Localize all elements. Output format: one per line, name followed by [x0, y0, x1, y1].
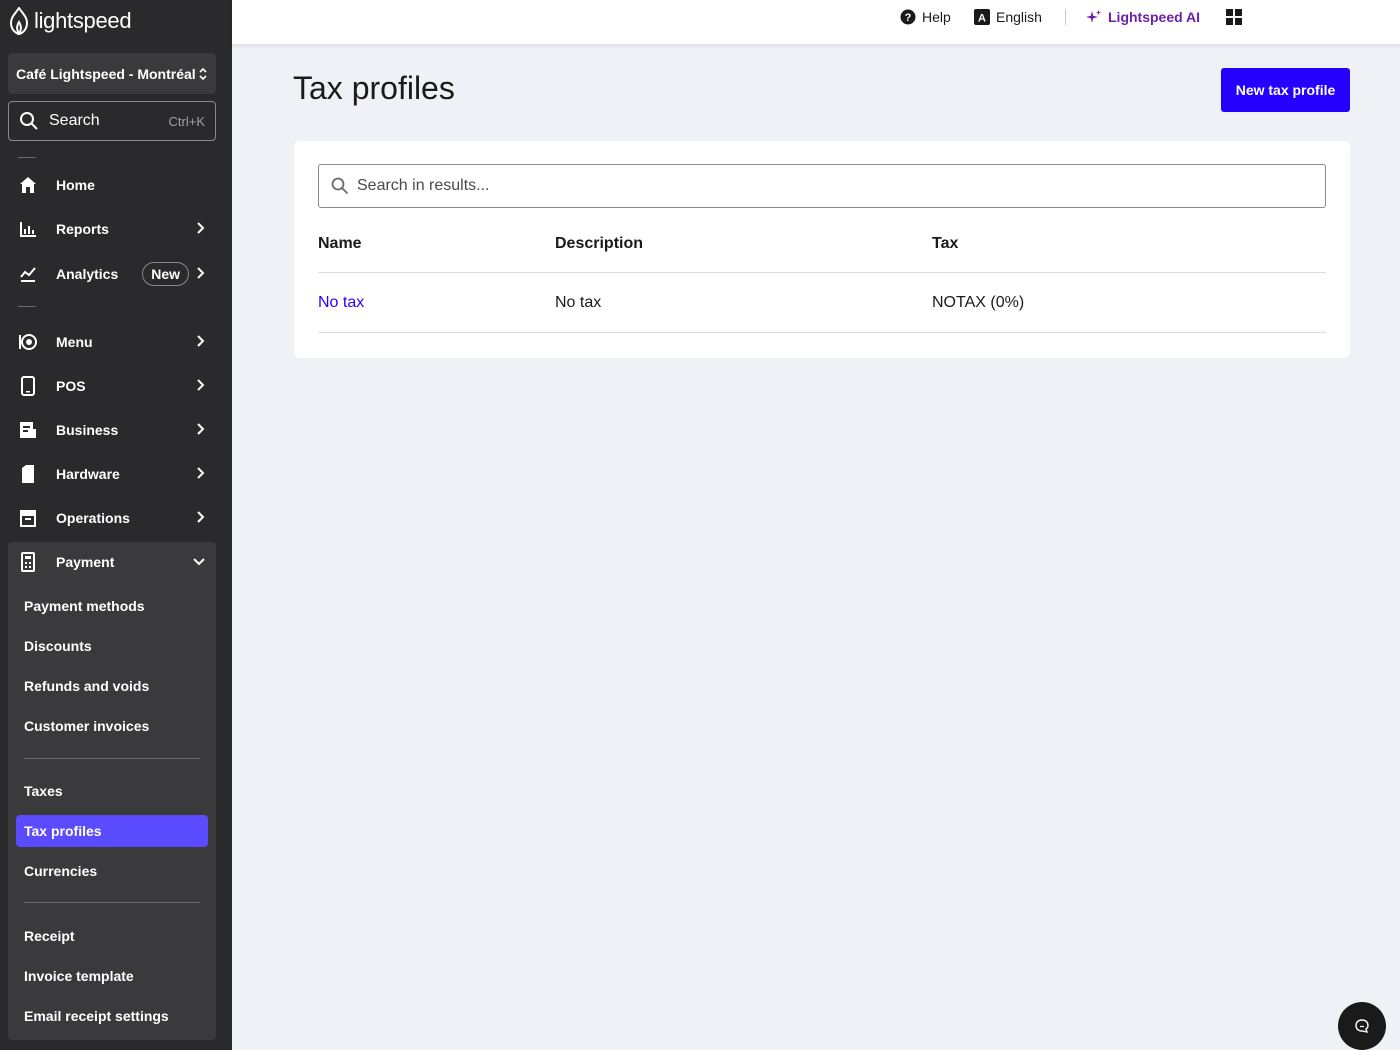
tax-profile-tax: NOTAX (0%)	[932, 294, 1025, 311]
column-header-description[interactable]: Description	[555, 235, 643, 253]
chat-button[interactable]	[1338, 1002, 1386, 1050]
tax-profiles-card: Name Description Tax No tax No tax NOTAX…	[294, 141, 1350, 358]
sidebar-item-label: Analytics	[56, 266, 119, 282]
svg-text:A: A	[978, 13, 986, 25]
apps-grid-button[interactable]	[1226, 8, 1242, 26]
table-divider	[318, 272, 1326, 273]
plate-icon	[18, 332, 38, 352]
help-link[interactable]: ? Help	[900, 8, 951, 26]
table-divider	[318, 332, 1326, 333]
new-badge: New	[142, 262, 190, 286]
chevron-right-icon	[196, 510, 206, 527]
sidebar-search-label: Search	[49, 112, 100, 129]
sidebar-item-currencies[interactable]: Currencies	[16, 855, 208, 887]
svg-text:?: ?	[905, 12, 912, 24]
sparkle-icon	[1086, 10, 1101, 23]
trend-line-icon	[18, 264, 38, 284]
chevron-right-icon	[196, 378, 206, 395]
device-icon	[18, 464, 38, 484]
sidebar-item-label: POS	[56, 378, 86, 394]
divider	[1065, 9, 1066, 25]
topbar: ? Help A English Lightspeed AI	[232, 0, 1400, 44]
chevron-right-icon	[196, 221, 206, 238]
search-icon	[20, 112, 38, 130]
sidebar-item-customer-invoices[interactable]: Customer invoices	[16, 710, 208, 742]
sidebar-item-discounts[interactable]: Discounts	[16, 630, 208, 662]
column-header-name[interactable]: Name	[318, 235, 362, 253]
sidebar-item-home[interactable]: Home	[8, 165, 216, 205]
sidebar-item-reports[interactable]: Reports	[8, 209, 216, 249]
divider	[18, 306, 36, 307]
tax-profile-name-link[interactable]: No tax	[318, 294, 364, 312]
archive-box-icon	[18, 508, 38, 528]
sidebar-item-refunds-voids[interactable]: Refunds and voids	[16, 670, 208, 702]
results-search[interactable]	[318, 164, 1326, 208]
sidebar-item-label: Business	[56, 422, 119, 438]
sidebar-item-operations[interactable]: Operations	[8, 498, 216, 538]
chevron-right-icon	[196, 266, 206, 283]
sidebar-item-email-receipt-settings[interactable]: Email receipt settings	[16, 1000, 208, 1032]
chevron-down-icon	[192, 554, 206, 570]
document-icon	[18, 420, 38, 440]
help-label: Help	[922, 9, 951, 25]
sidebar-item-label: Home	[56, 177, 95, 193]
sidebar-item-hardware[interactable]: Hardware	[8, 454, 216, 494]
sidebar-item-label: Hardware	[56, 466, 120, 482]
sidebar-item-label: Payment	[56, 554, 115, 570]
divider	[24, 758, 200, 759]
divider	[24, 902, 200, 903]
payment-terminal-icon	[18, 552, 38, 572]
sidebar-item-label: Reports	[56, 221, 109, 237]
language-selector[interactable]: A English	[974, 8, 1042, 26]
sidebar-item-receipt[interactable]: Receipt	[16, 920, 208, 952]
sidebar-item-business[interactable]: Business	[8, 410, 216, 450]
sidebar-item-taxes[interactable]: Taxes	[16, 775, 208, 807]
apps-grid-icon	[1226, 9, 1242, 25]
sidebar-search[interactable]: Search Ctrl+K	[8, 101, 216, 141]
sidebar-item-label: Menu	[56, 334, 93, 350]
flame-logo-icon	[9, 7, 29, 35]
sidebar-item-payment-methods[interactable]: Payment methods	[16, 590, 208, 622]
sidebar-item-label: Operations	[56, 510, 130, 526]
lightspeed-logo[interactable]: lightspeed	[8, 6, 132, 36]
tax-profile-description: No tax	[555, 294, 602, 311]
sidebar-item-tax-profiles[interactable]: Tax profiles	[16, 815, 208, 847]
chevron-right-icon	[196, 334, 206, 351]
new-tax-profile-button[interactable]: New tax profile	[1221, 68, 1350, 112]
divider	[18, 157, 36, 158]
lightspeed-ai-link[interactable]: Lightspeed AI	[1086, 8, 1200, 26]
home-icon	[18, 175, 38, 195]
chevron-up-down-icon	[198, 66, 208, 82]
search-icon	[331, 177, 349, 195]
sidebar-item-payment[interactable]: Payment	[8, 542, 216, 582]
sidebar-item-invoice-template[interactable]: Invoice template	[16, 960, 208, 992]
store-selector[interactable]: Café Lightspeed - Montréal	[8, 53, 216, 94]
language-label: English	[996, 9, 1042, 25]
sidebar: lightspeed Café Lightspeed - Montréal Se…	[0, 0, 232, 1050]
sidebar-item-analytics[interactable]: Analytics New	[8, 254, 216, 294]
ai-label: Lightspeed AI	[1108, 9, 1201, 25]
tablet-icon	[18, 376, 38, 396]
chat-bubble-icon	[1355, 1019, 1369, 1033]
search-input[interactable]	[357, 177, 1257, 195]
language-icon: A	[974, 9, 990, 25]
search-shortcut: Ctrl+K	[168, 113, 205, 129]
bar-chart-icon	[18, 219, 38, 239]
sidebar-item-pos[interactable]: POS	[8, 366, 216, 406]
column-header-tax[interactable]: Tax	[932, 235, 958, 253]
chevron-right-icon	[196, 422, 206, 439]
brand-name: lightspeed	[34, 8, 132, 33]
help-circle-icon: ?	[900, 9, 916, 25]
page-title: Tax profiles	[293, 70, 455, 106]
store-name: Café Lightspeed - Montréal	[16, 65, 196, 82]
chevron-right-icon	[196, 466, 206, 483]
sidebar-item-menu[interactable]: Menu	[8, 322, 216, 362]
